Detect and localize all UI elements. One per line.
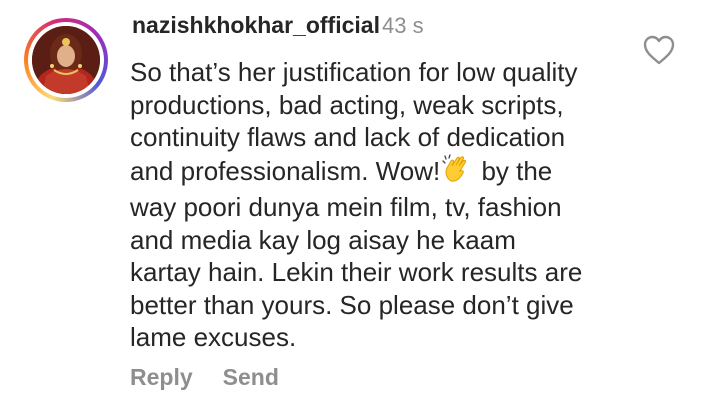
- comment-line: continuity flaws and lack of dedication: [130, 122, 566, 152]
- comment-line: and media kay log aisay he kaam: [130, 224, 516, 255]
- comment-line-with-emoji: and professionalism. Wow! by the: [130, 153, 650, 192]
- reply-button[interactable]: Reply: [130, 364, 193, 390]
- comment-line: way poori dunya mein film, tv, fashion: [130, 192, 562, 222]
- avatar-ring-gap: [28, 22, 104, 98]
- send-button[interactable]: Send: [223, 364, 279, 390]
- avatar-image: [32, 26, 100, 94]
- comment-line: So that’s her justification for low qual…: [130, 57, 578, 87]
- avatar[interactable]: [32, 26, 100, 94]
- comment-text: So that’s her justification for low qual…: [130, 56, 650, 354]
- comment-line: kartay hain. Lekin their work results ar…: [130, 257, 583, 287]
- comment-line: better than yours. So please don’t give: [130, 289, 574, 320]
- comment-actions: Reply Send: [130, 364, 279, 391]
- comment-line: lame excuses.: [130, 322, 297, 352]
- comment-timestamp: 43 s: [382, 13, 424, 38]
- comment: nazishkhokhar_official 43 s So that’s he…: [0, 0, 720, 400]
- comment-line: productions, bad acting, weak scripts,: [130, 89, 564, 120]
- comment-username[interactable]: nazishkhokhar_official: [132, 12, 380, 39]
- comment-line-segment: by the: [474, 155, 553, 186]
- comment-line-segment: and professionalism. Wow!: [130, 155, 441, 186]
- clapping-hands-icon: [442, 153, 472, 192]
- heart-outline-icon[interactable]: [642, 34, 676, 66]
- avatar-story-ring[interactable]: [24, 18, 108, 102]
